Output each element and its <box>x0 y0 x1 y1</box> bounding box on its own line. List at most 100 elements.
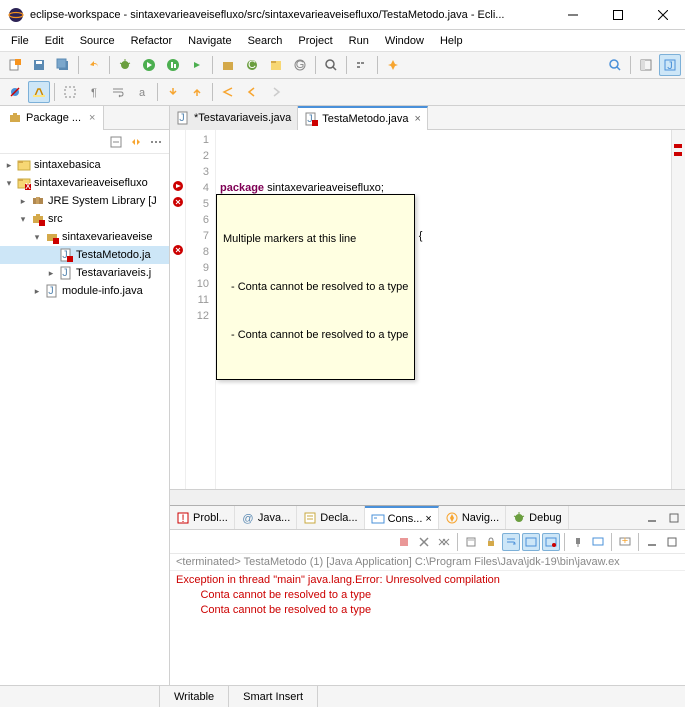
package-explorer-tab[interactable]: Package ... × <box>0 106 104 130</box>
save-all-button[interactable] <box>52 54 74 76</box>
menu-edit[interactable]: Edit <box>38 33 71 49</box>
minimize-view-button[interactable] <box>643 533 661 551</box>
tree-toggle-icon[interactable]: ▸ <box>44 268 58 279</box>
close-icon[interactable]: × <box>414 113 420 125</box>
view-menu-button[interactable] <box>147 133 165 151</box>
tree-node[interactable]: ▸sintaxebasica <box>0 156 169 174</box>
show-console-output-button[interactable] <box>522 533 540 551</box>
code-area[interactable]: Multiple markers at this line - Conta ca… <box>216 130 671 489</box>
err-marker-icon[interactable] <box>172 196 184 208</box>
undo-button[interactable] <box>83 54 105 76</box>
java-perspective-button[interactable]: J <box>659 54 681 76</box>
display-console-button[interactable] <box>589 533 607 551</box>
tree-toggle-icon[interactable]: ▸ <box>30 286 44 297</box>
tree-node[interactable]: ▾sintaxevarieaveise <box>0 228 169 246</box>
show-codeminings-button[interactable]: a <box>131 81 153 103</box>
close-button[interactable] <box>640 0 685 30</box>
marker-ruler[interactable] <box>170 130 186 489</box>
package-explorer-label: Package ... <box>26 112 81 124</box>
forward-button[interactable] <box>265 81 287 103</box>
next-annotation-button[interactable] <box>162 81 184 103</box>
view-tab-console[interactable]: Cons...× <box>365 506 439 530</box>
menu-window[interactable]: Window <box>378 33 431 49</box>
block-selection-button[interactable] <box>59 81 81 103</box>
toggle-mark-occurrences-button[interactable] <box>28 81 50 103</box>
package-explorer-view: Package ... × ▸sintaxebasica▾xsintaxevar… <box>0 106 170 685</box>
collapse-all-button[interactable] <box>107 133 125 151</box>
new-project-button[interactable] <box>265 54 287 76</box>
quick-access-button[interactable] <box>604 54 626 76</box>
tree-node[interactable]: JTestaMetodo.ja <box>0 246 169 264</box>
menu-navigate[interactable]: Navigate <box>181 33 238 49</box>
package-explorer-tree[interactable]: ▸sintaxebasica▾xsintaxevarieaveisefluxo▸… <box>0 154 169 685</box>
view-tab-problems[interactable]: !Probl... <box>170 506 235 530</box>
close-icon[interactable]: × <box>89 112 95 124</box>
save-button[interactable] <box>28 54 50 76</box>
editor-tab-label: TestaMetodo.java <box>322 113 408 125</box>
scroll-lock-button[interactable] <box>482 533 500 551</box>
maximize-button[interactable] <box>595 0 640 30</box>
maximize-view-button[interactable] <box>663 533 681 551</box>
back-button[interactable] <box>241 81 263 103</box>
new-package-button[interactable] <box>217 54 239 76</box>
link-editor-button[interactable] <box>127 133 145 151</box>
err-marker-icon[interactable] <box>172 244 184 256</box>
menu-search[interactable]: Search <box>241 33 290 49</box>
tree-toggle-icon[interactable]: ▸ <box>2 160 16 171</box>
toggle-breadcrumb-button[interactable] <box>351 54 373 76</box>
new-class-button[interactable]: C <box>241 54 263 76</box>
last-edit-button[interactable] <box>217 81 239 103</box>
pin-button[interactable] <box>382 54 404 76</box>
run-last-button[interactable] <box>186 54 208 76</box>
view-tab-declaration[interactable]: Decla... <box>297 506 364 530</box>
close-icon[interactable]: × <box>425 513 431 525</box>
editor-tab[interactable]: J*Testavariaveis.java <box>170 106 298 130</box>
skip-breakpoints-button[interactable] <box>4 81 26 103</box>
clear-console-button[interactable] <box>462 533 480 551</box>
prev-annotation-button[interactable] <box>186 81 208 103</box>
editor-body[interactable]: 123456789101112 Multiple markers at this… <box>170 130 685 489</box>
editor-tab[interactable]: JTestaMetodo.java× <box>298 106 428 130</box>
tree-node[interactable]: ▾xsintaxevarieaveisefluxo <box>0 174 169 192</box>
menu-help[interactable]: Help <box>433 33 470 49</box>
tree-node[interactable]: ▸Jmodule-info.java <box>0 282 169 300</box>
menu-project[interactable]: Project <box>291 33 339 49</box>
tree-node[interactable]: ▸JRE System Library [J <box>0 192 169 210</box>
open-console-button[interactable]: + <box>616 533 634 551</box>
menu-file[interactable]: File <box>4 33 36 49</box>
minimize-panel-button[interactable] <box>641 507 663 529</box>
minimize-button[interactable] <box>550 0 595 30</box>
show-whitespace-button[interactable]: ¶ <box>83 81 105 103</box>
tree-toggle-icon[interactable]: ▸ <box>16 196 30 207</box>
editor-scrollbar[interactable] <box>170 489 685 505</box>
word-wrap-console-button[interactable] <box>502 533 520 551</box>
view-tab-navigator[interactable]: Navig... <box>439 506 506 530</box>
open-perspective-button[interactable] <box>635 54 657 76</box>
show-console-err-button[interactable] <box>542 533 560 551</box>
word-wrap-button[interactable] <box>107 81 129 103</box>
tree-toggle-icon[interactable]: ▾ <box>2 178 16 189</box>
remove-launch-button[interactable] <box>415 533 433 551</box>
view-tab-javadoc[interactable]: @Java... <box>235 506 297 530</box>
view-tab-debug[interactable]: Debug <box>506 506 568 530</box>
menu-refactor[interactable]: Refactor <box>124 33 180 49</box>
menu-source[interactable]: Source <box>73 33 122 49</box>
tree-toggle-icon[interactable]: ▾ <box>16 214 30 225</box>
console-output[interactable]: Exception in thread "main" java.lang.Err… <box>170 571 685 685</box>
new-button[interactable] <box>4 54 26 76</box>
terminate-button[interactable] <box>395 533 413 551</box>
remove-all-button[interactable] <box>435 533 453 551</box>
debug-button[interactable] <box>114 54 136 76</box>
open-type-button[interactable]: G <box>289 54 311 76</box>
search-button[interactable] <box>320 54 342 76</box>
run-button[interactable] <box>138 54 160 76</box>
overview-ruler[interactable] <box>671 130 685 489</box>
tree-node[interactable]: ▾src <box>0 210 169 228</box>
pin-console-button[interactable] <box>569 533 587 551</box>
menu-run[interactable]: Run <box>342 33 376 49</box>
tree-toggle-icon[interactable]: ▾ <box>30 232 44 243</box>
tree-node[interactable]: ▸JTestavariaveis.j <box>0 264 169 282</box>
run-err-marker-icon[interactable] <box>172 180 184 192</box>
maximize-panel-button[interactable] <box>663 507 685 529</box>
coverage-button[interactable] <box>162 54 184 76</box>
